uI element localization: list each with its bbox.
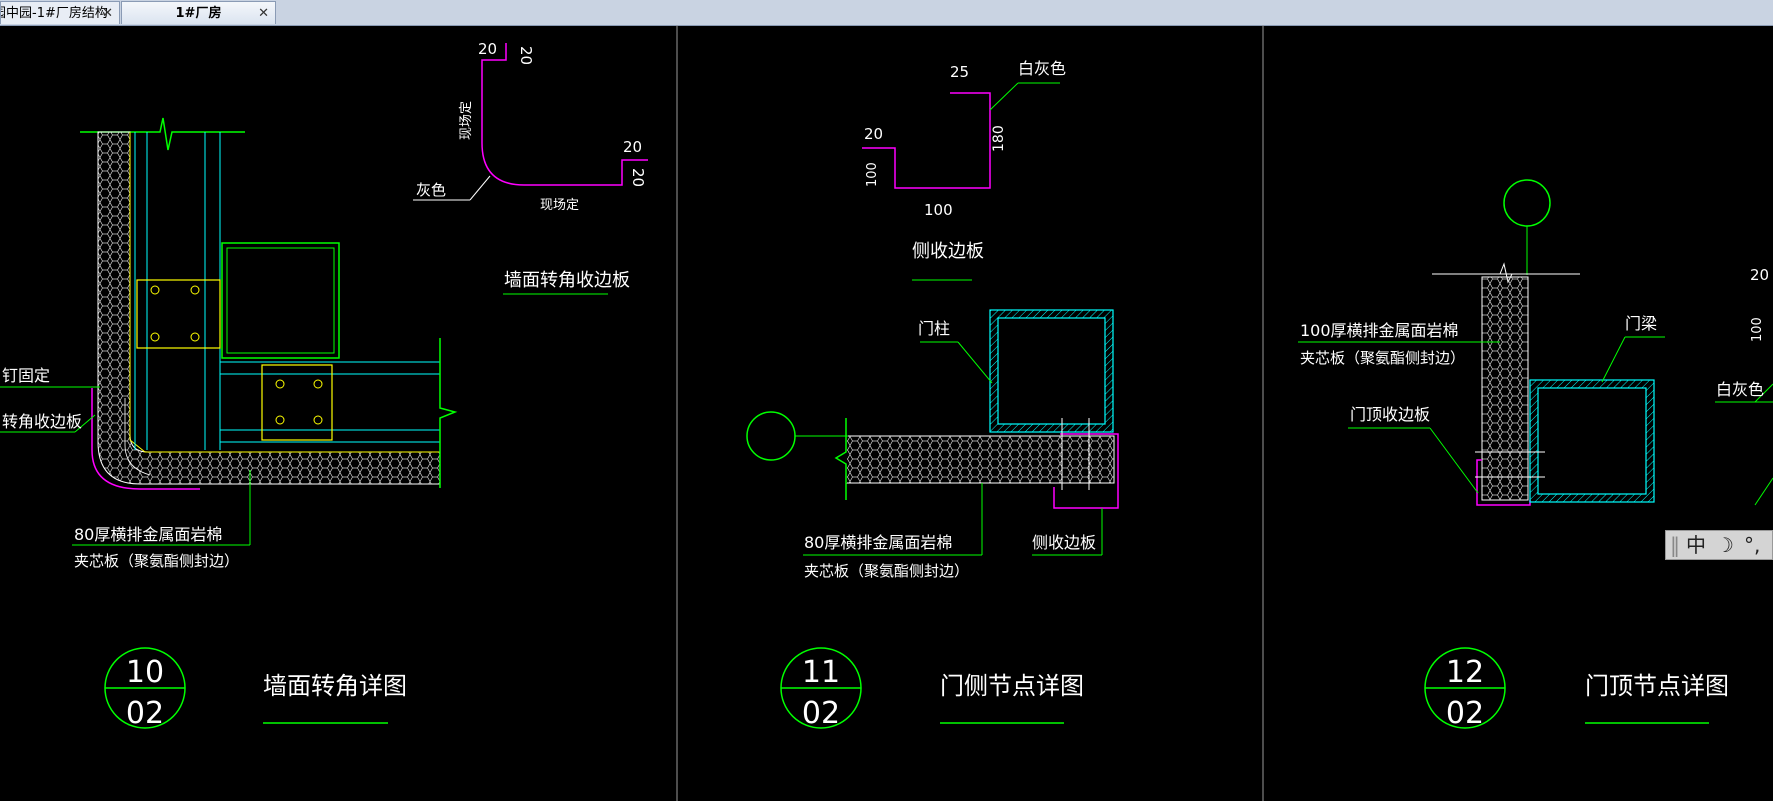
- ime-mode-toggle[interactable]: 中: [1686, 531, 1706, 559]
- label-site-measure: 现场定: [540, 198, 579, 213]
- sheet-number: 02: [802, 696, 840, 731]
- corner-flashing-profile: [413, 43, 648, 295]
- close-icon[interactable]: ✕: [102, 2, 113, 24]
- label-nail-fix: 钉固定: [2, 366, 50, 385]
- dim-20: 20: [629, 168, 647, 187]
- flashing-title: 侧收边板: [912, 241, 984, 262]
- close-icon[interactable]: ✕: [258, 2, 269, 24]
- label-panel-80: 80厚横排金属面岩棉: [804, 533, 952, 552]
- detail-number: 10: [126, 655, 164, 690]
- tab-structure[interactable]: 园中园-1#厂房结构 ✕: [0, 1, 120, 24]
- label-site-measure: 现场定: [459, 101, 474, 140]
- detail-title: 墙面转角详图: [263, 672, 407, 700]
- document-tab-bar: 园中园-1#厂房结构 ✕ 1#厂房 ✕: [0, 0, 1773, 26]
- dim-20: 20: [1750, 266, 1769, 284]
- cad-drawing-canvas[interactable]: 钉固定 转角收边板 80厚横排金属面岩棉 夹芯板（聚氨酯侧封边） 20 20 2…: [0, 25, 1773, 801]
- flashing-title: 墙面转角收边板: [504, 270, 630, 291]
- label-white-gray: 白灰色: [1716, 380, 1764, 399]
- detail-number: 11: [802, 655, 840, 690]
- tab-structure-label: 园中园-1#厂房结构: [0, 6, 108, 21]
- detail-12-door-top: [1298, 179, 1773, 506]
- dim-20: 20: [517, 46, 535, 65]
- tab-factory-label: 1#厂房: [175, 6, 222, 21]
- dim-180: 180: [991, 125, 1007, 152]
- label-panel-80: 80厚横排金属面岩棉: [74, 525, 222, 544]
- label-panel-sealant: 夹芯板（聚氨酯侧封边）: [804, 562, 969, 580]
- label-corner-flashing: 转角收边板: [2, 412, 82, 431]
- detail-title: 门顶节点详图: [1585, 672, 1729, 700]
- label-white-gray: 白灰色: [1018, 59, 1066, 78]
- detail-number: 12: [1446, 655, 1484, 690]
- dim-20: 20: [478, 40, 497, 58]
- label-panel-100: 100厚横排金属面岩棉: [1300, 321, 1459, 340]
- dim-20: 20: [864, 125, 883, 143]
- drag-handle-icon[interactable]: ‖: [1670, 531, 1680, 559]
- punctuation-toggle[interactable]: °,: [1744, 531, 1760, 559]
- label-panel-sealant: 夹芯板（聚氨酯侧封边）: [74, 552, 239, 570]
- label-door-beam: 门梁: [1625, 314, 1657, 333]
- label-door-top-flashing: 门顶收边板: [1350, 405, 1430, 424]
- dim-100: 100: [924, 201, 953, 219]
- sheet-number: 02: [1446, 696, 1484, 731]
- detail-title: 门侧节点详图: [940, 672, 1084, 700]
- label-panel-sealant: 夹芯板（聚氨酯侧封边）: [1300, 349, 1465, 367]
- tab-factory[interactable]: 1#厂房 ✕: [121, 1, 276, 24]
- dim-100: 100: [865, 162, 880, 187]
- label-door-post: 门柱: [918, 319, 950, 338]
- label-gray: 灰色: [416, 181, 446, 199]
- moon-icon[interactable]: ☽: [1716, 531, 1734, 559]
- dim-100: 100: [1750, 317, 1765, 342]
- ime-toolbar[interactable]: ‖ 中 ☽ °,: [1665, 530, 1773, 560]
- sheet-number: 02: [126, 696, 164, 731]
- dim-25: 25: [950, 63, 969, 81]
- label-side-flashing: 侧收边板: [1032, 533, 1096, 552]
- dim-20: 20: [623, 138, 642, 156]
- detail-10-wall-corner: [0, 117, 458, 546]
